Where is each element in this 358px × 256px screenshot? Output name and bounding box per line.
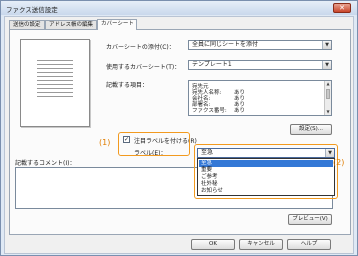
tab-address-book-edit[interactable]: アドレス帳の編集 bbox=[45, 20, 97, 29]
cancel-button[interactable]: キャンセル bbox=[239, 239, 283, 250]
highlight-box-2 bbox=[194, 144, 338, 199]
list-item: ファクス番号: あり bbox=[192, 106, 245, 114]
fields-list[interactable]: 宛先元 宛先人名称: あり 会社名: あり 部署名: あり ファクス番号: あり bbox=[188, 80, 332, 116]
window-title: ファクス送信設定 bbox=[6, 6, 58, 14]
fields-label: 記載する項目： bbox=[106, 82, 149, 89]
scroll-thumb[interactable] bbox=[326, 89, 330, 99]
chevron-down-icon[interactable]: ▼ bbox=[322, 61, 331, 69]
highlight-box-1 bbox=[118, 132, 190, 156]
preview-line bbox=[37, 88, 73, 89]
preview-line bbox=[37, 76, 73, 77]
field-value: あり bbox=[234, 108, 246, 114]
help-button[interactable]: ヘルプ bbox=[287, 239, 331, 250]
preview-line bbox=[37, 60, 73, 61]
title-bar: ファクス送信設定 ✕ bbox=[1, 1, 357, 15]
use-template-select[interactable]: テンプレート1 ▼ bbox=[188, 60, 332, 70]
tab-cover-sheet[interactable]: カバーシート bbox=[97, 19, 137, 30]
settings-button[interactable]: 設定(S)... bbox=[290, 124, 332, 135]
cover-sheet-panel: カバーシートの添付(C)： 全員に同じシートを添付 ▼ 使用するカバーシート(T… bbox=[9, 29, 351, 235]
scroll-up-icon[interactable]: ▲ bbox=[325, 81, 331, 87]
preview-line bbox=[37, 68, 73, 69]
callout-2: (2) bbox=[333, 158, 345, 167]
preview-line bbox=[37, 72, 73, 73]
preview-line bbox=[37, 64, 73, 65]
preview-line bbox=[37, 92, 73, 93]
field-name: ファクス番号: bbox=[192, 108, 227, 114]
dialog-client: 送信の設定 アドレス帳の編集 カバーシート カバーシートの添付(C)： 全員に同… bbox=[4, 16, 354, 254]
fax-settings-window: ファクス送信設定 ✕ 送信の設定 アドレス帳の編集 カバーシート カバーシートの… bbox=[0, 0, 358, 256]
attach-select-value: 全員に同じシートを添付 bbox=[192, 41, 259, 48]
use-template-value: テンプレート1 bbox=[192, 61, 232, 68]
fields-scrollbar[interactable]: ▲ ▼ bbox=[324, 81, 331, 115]
close-icon[interactable]: ✕ bbox=[333, 3, 351, 13]
scroll-down-icon[interactable]: ▼ bbox=[325, 109, 331, 115]
preview-button[interactable]: プレビュー(V) bbox=[288, 214, 332, 225]
preview-line bbox=[37, 80, 73, 81]
preview-line bbox=[37, 84, 73, 85]
callout-1: (1) bbox=[99, 138, 111, 147]
tab-send-settings[interactable]: 送信の設定 bbox=[9, 20, 45, 29]
attach-label: カバーシートの添付(C)： bbox=[106, 44, 175, 51]
attach-select[interactable]: 全員に同じシートを添付 ▼ bbox=[188, 40, 332, 50]
cover-sheet-preview bbox=[20, 39, 90, 127]
ok-button[interactable]: OK bbox=[191, 239, 235, 250]
chevron-down-icon[interactable]: ▼ bbox=[322, 41, 331, 49]
preview-line bbox=[37, 96, 73, 97]
use-template-label: 使用するカバーシート(T)： bbox=[106, 64, 181, 71]
comment-label: 記載するコメント(I)： bbox=[15, 160, 76, 167]
